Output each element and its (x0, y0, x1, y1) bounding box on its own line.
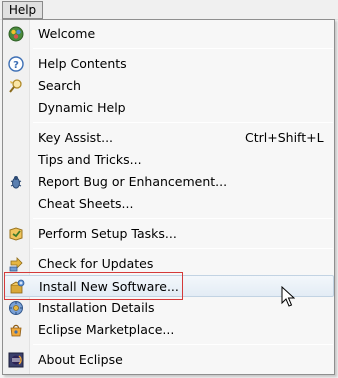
menu-item-search[interactable]: Search (4, 75, 334, 97)
menu-item-shortcut: Ctrl+Shift+L (245, 130, 324, 145)
menu-item-check-for-updates[interactable]: Check for Updates (4, 253, 334, 275)
menu-separator (33, 218, 333, 219)
menu-item-label: Key Assist... (38, 130, 114, 145)
installation-details-icon (8, 300, 24, 316)
menu-item-help-contents[interactable]: ? Help Contents (4, 53, 334, 75)
help-contents-icon: ? (8, 56, 24, 72)
menu-separator (33, 344, 333, 345)
menu-item-label: About Eclipse (38, 352, 123, 367)
menu-item-dynamic-help[interactable]: Dynamic Help (4, 97, 334, 119)
menu-item-label: Perform Setup Tasks... (38, 226, 177, 241)
menu-item-label: Welcome (38, 26, 96, 41)
marketplace-icon (8, 322, 24, 338)
menu-item-eclipse-marketplace[interactable]: Eclipse Marketplace... (4, 319, 334, 341)
menu-item-label: Tips and Tricks... (38, 152, 142, 167)
menu-item-perform-setup-tasks[interactable]: Perform Setup Tasks... (4, 223, 334, 245)
report-bug-icon (8, 174, 24, 190)
menu-item-cheat-sheets[interactable]: Cheat Sheets... (4, 193, 334, 215)
menu-separator (33, 248, 333, 249)
svg-text:?: ? (13, 60, 19, 71)
menu-item-key-assist[interactable]: Key Assist... Ctrl+Shift+L (4, 127, 334, 149)
menu-item-label: Report Bug or Enhancement... (38, 174, 228, 189)
menu-item-label: Install New Software... (39, 279, 179, 294)
menu-item-label: Installation Details (38, 300, 155, 315)
search-icon (8, 78, 24, 94)
install-software-icon (9, 279, 25, 295)
menu-separator (33, 122, 333, 123)
welcome-icon (8, 26, 24, 42)
menu-item-about-eclipse[interactable]: About Eclipse (4, 349, 334, 371)
menu-item-label: Cheat Sheets... (38, 196, 134, 211)
menu-item-label: Check for Updates (38, 256, 154, 271)
menu-item-tips-and-tricks[interactable]: Tips and Tricks... (4, 149, 334, 171)
menu-item-report-bug[interactable]: Report Bug or Enhancement... (4, 171, 334, 193)
menu-help[interactable]: Help (2, 1, 43, 19)
menu-item-label: Dynamic Help (38, 100, 126, 115)
help-menu-dropdown: Welcome ? Help Contents Search Dynamic H… (2, 19, 335, 375)
menu-separator (33, 48, 333, 49)
menu-item-label: Search (38, 78, 81, 93)
menu-item-label: Help Contents (38, 56, 127, 71)
check-updates-icon (8, 256, 24, 272)
mouse-cursor-icon (281, 286, 295, 307)
menu-item-welcome[interactable]: Welcome (4, 23, 334, 45)
setup-tasks-icon (8, 226, 24, 242)
about-eclipse-icon (8, 352, 24, 368)
menu-bar: Help (0, 0, 338, 20)
menu-item-label: Eclipse Marketplace... (38, 322, 175, 337)
